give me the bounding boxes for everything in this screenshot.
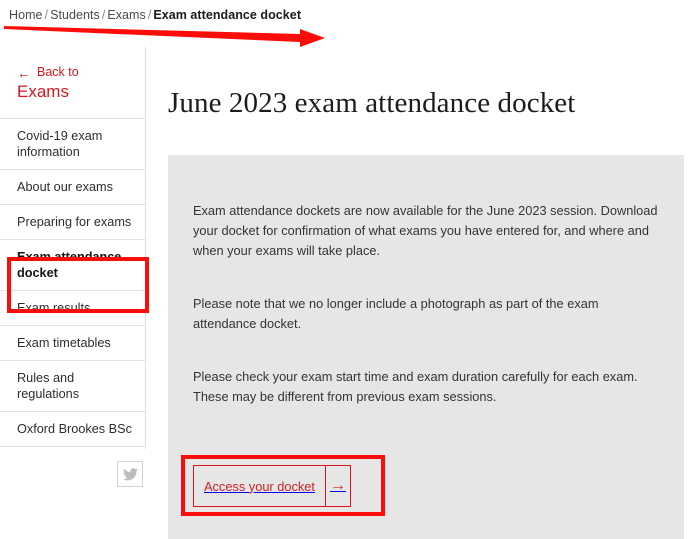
paragraph-photograph-note: Please note that we no longer include a … xyxy=(193,294,659,334)
access-your-docket-button[interactable]: Access your docket → xyxy=(193,465,351,507)
page-body: ← Back to Exams Covid-19 exam informatio… xyxy=(0,47,699,539)
sidebar-item-label: Exam results xyxy=(17,301,90,315)
sidebar-item-label: About our exams xyxy=(17,180,113,194)
breadcrumb-item-students[interactable]: Students xyxy=(50,8,100,22)
breadcrumb: Home/Students/Exams/Exam attendance dock… xyxy=(9,8,301,22)
sidebar-item-about-our-exams[interactable]: About our exams xyxy=(0,169,145,204)
sidebar-item-label: Preparing for exams xyxy=(17,215,131,229)
sidebar-nav: ← Back to Exams Covid-19 exam informatio… xyxy=(0,47,146,449)
page-title: June 2023 exam attendance docket xyxy=(168,47,684,121)
paragraph-availability: Exam attendance dockets are now availabl… xyxy=(193,201,659,261)
sidebar-item-label: Covid-19 exam information xyxy=(17,129,102,159)
content-card: Exam attendance dockets are now availabl… xyxy=(168,155,684,539)
sidebar-item-rules-and-regulations[interactable]: Rules and regulations xyxy=(0,360,145,411)
arrow-left-icon: ← xyxy=(17,66,31,80)
sidebar-back-prefix: Back to xyxy=(37,65,79,80)
breadcrumb-separator: / xyxy=(43,8,51,22)
breadcrumb-item-exams[interactable]: Exams xyxy=(107,8,145,22)
sidebar-item-exam-results[interactable]: Exam results xyxy=(0,290,145,325)
sidebar-back-target: Exams xyxy=(17,81,145,102)
twitter-share-button[interactable] xyxy=(117,461,143,487)
sidebar-item-preparing-for-exams[interactable]: Preparing for exams xyxy=(0,204,145,239)
twitter-icon xyxy=(123,468,138,481)
paragraph-start-time-note: Please check your exam start time and ex… xyxy=(193,367,659,407)
sidebar-item-oxford-brookes-bsc[interactable]: Oxford Brookes BSc xyxy=(0,411,145,447)
access-your-docket-label: Access your docket xyxy=(194,466,325,506)
arrow-right-icon: → xyxy=(325,466,350,506)
sidebar-item-exam-timetables[interactable]: Exam timetables xyxy=(0,325,145,360)
sidebar-item-label: Exam attendance docket xyxy=(17,250,121,280)
sidebar-item-label: Oxford Brookes BSc xyxy=(17,422,132,436)
breadcrumb-item-current: Exam attendance docket xyxy=(153,8,301,22)
sidebar-back-link[interactable]: ← Back to Exams xyxy=(0,47,145,118)
sidebar-item-list: Covid-19 exam information About our exam… xyxy=(0,118,145,447)
breadcrumb-item-home[interactable]: Home xyxy=(9,8,43,22)
main-content: June 2023 exam attendance docket Exam at… xyxy=(168,47,684,121)
annotation-arrow xyxy=(0,18,340,48)
sidebar-item-exam-attendance-docket[interactable]: Exam attendance docket xyxy=(0,239,145,290)
content-card-body: Exam attendance dockets are now availabl… xyxy=(168,155,684,407)
sidebar-item-label: Exam timetables xyxy=(17,336,111,350)
sidebar-item-label: Rules and regulations xyxy=(17,371,79,401)
sidebar-item-covid-19-exam-information[interactable]: Covid-19 exam information xyxy=(0,118,145,169)
